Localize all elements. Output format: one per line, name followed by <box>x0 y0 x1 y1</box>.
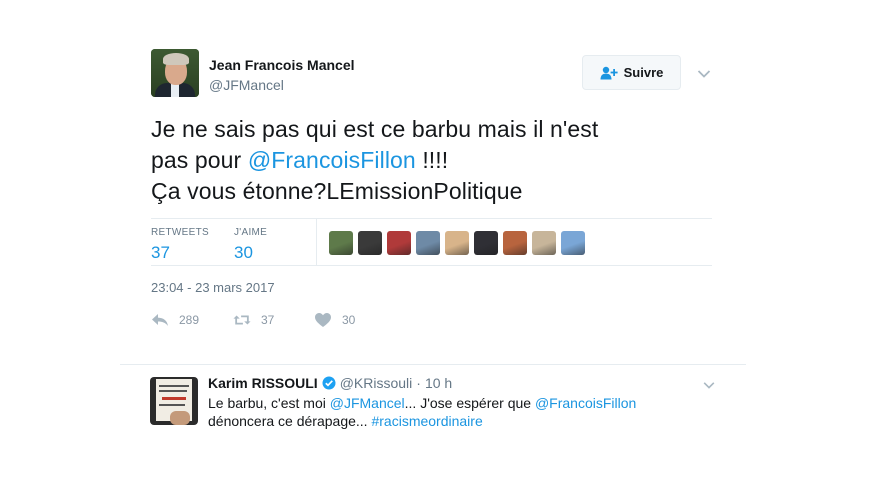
reply-text-line2: dénoncera ce dérapage... #racismeordinai… <box>208 412 688 430</box>
follow-user-icon <box>600 66 618 79</box>
liker-avatar[interactable] <box>503 231 527 255</box>
liker-avatar[interactable] <box>561 231 585 255</box>
tweet-text-line2-after: !!!! <box>415 147 449 173</box>
tweet-text-line1: Je ne sais pas qui est ce barbu mais il … <box>151 116 599 142</box>
retweet-count: 37 <box>261 313 275 327</box>
like-count: 30 <box>342 313 356 327</box>
likes-stat[interactable]: J'AIME 30 <box>234 227 267 263</box>
liker-avatar[interactable] <box>329 231 353 255</box>
reply-text: Le barbu, c'est moi @JFMancel... J'ose e… <box>208 394 688 430</box>
avatar-book-line <box>159 385 189 387</box>
avatar-hair <box>163 53 189 65</box>
avatar-book-line <box>159 404 185 406</box>
avatar-hand <box>170 411 190 425</box>
retweets-stat[interactable]: RETWEETS 37 <box>151 227 209 263</box>
stats-divider <box>316 219 317 265</box>
liker-avatar[interactable] <box>474 231 498 255</box>
reply-author-name[interactable]: Karim RISSOULI <box>208 375 318 391</box>
retweet-icon <box>233 315 251 325</box>
mention-link[interactable]: @FrancoisFillon <box>535 395 636 411</box>
liker-avatar[interactable] <box>445 231 469 255</box>
reply-text-line1: Le barbu, c'est moi @JFMancel... J'ose e… <box>208 394 688 412</box>
likers-avatars <box>329 231 585 255</box>
heart-icon <box>315 313 331 327</box>
tweet-stats: RETWEETS 37 J'AIME 30 <box>151 218 712 266</box>
reply-text-part2: ... J'ose espérer que <box>404 395 535 411</box>
author-avatar[interactable] <box>151 49 199 97</box>
reply-dot: · <box>416 375 421 391</box>
reply-text-part1: Le barbu, c'est moi <box>208 395 330 411</box>
reply-text-part3: dénoncera ce dérapage... <box>208 413 372 429</box>
reply-icon <box>152 314 168 326</box>
tweet-timestamp[interactable]: 23:04 - 23 mars 2017 <box>151 280 275 295</box>
tweet-text-line2-before: pas pour <box>151 147 248 173</box>
avatar-book-title <box>162 397 186 400</box>
reply-separator <box>120 364 746 365</box>
avatar-shirt <box>171 83 179 97</box>
reply-count: 289 <box>179 313 200 327</box>
author-name[interactable]: Jean Francois Mancel <box>209 57 355 73</box>
retweets-count: 37 <box>151 243 170 262</box>
reply-time[interactable]: 10 h <box>425 375 452 391</box>
reply-author-avatar[interactable] <box>150 377 198 425</box>
tweet-text-line3: Ça vous étonne?LEmissionPolitique <box>151 178 523 204</box>
liker-avatar[interactable] <box>416 231 440 255</box>
tweet-text-line2: pas pour @FrancoisFillon !!!! <box>151 145 711 176</box>
like-button[interactable]: 30 <box>314 312 355 328</box>
liker-avatar[interactable] <box>387 231 411 255</box>
follow-button[interactable]: Suivre <box>582 55 681 90</box>
avatar-book-line <box>159 390 187 392</box>
follow-button-label: Suivre <box>623 65 664 80</box>
mention-link[interactable]: @JFMancel <box>330 395 405 411</box>
retweets-label: RETWEETS <box>151 227 209 238</box>
mention-link[interactable]: @FrancoisFillon <box>248 147 416 173</box>
reply-button[interactable]: 289 <box>151 312 199 328</box>
likes-label: J'AIME <box>234 227 268 238</box>
reply-header: Karim RISSOULI @KRissouli · 10 h <box>208 375 452 391</box>
author-handle[interactable]: @JFMancel <box>209 77 284 93</box>
hashtag-link[interactable]: #racismeordinaire <box>371 413 482 429</box>
reply-more-options-icon[interactable] <box>703 377 715 389</box>
liker-avatar[interactable] <box>532 231 556 255</box>
retweet-button[interactable]: 37 <box>233 312 274 328</box>
tweet-text: Je ne sais pas qui est ce barbu mais il … <box>151 114 711 207</box>
liker-avatar[interactable] <box>358 231 382 255</box>
verified-badge-icon <box>322 376 336 390</box>
more-options-icon[interactable] <box>697 66 711 78</box>
likes-count: 30 <box>234 243 253 262</box>
tweet-detail: Jean Francois Mancel @JFMancel Suivre Je… <box>0 0 886 498</box>
reply-author-handle[interactable]: @KRissouli <box>340 375 413 391</box>
